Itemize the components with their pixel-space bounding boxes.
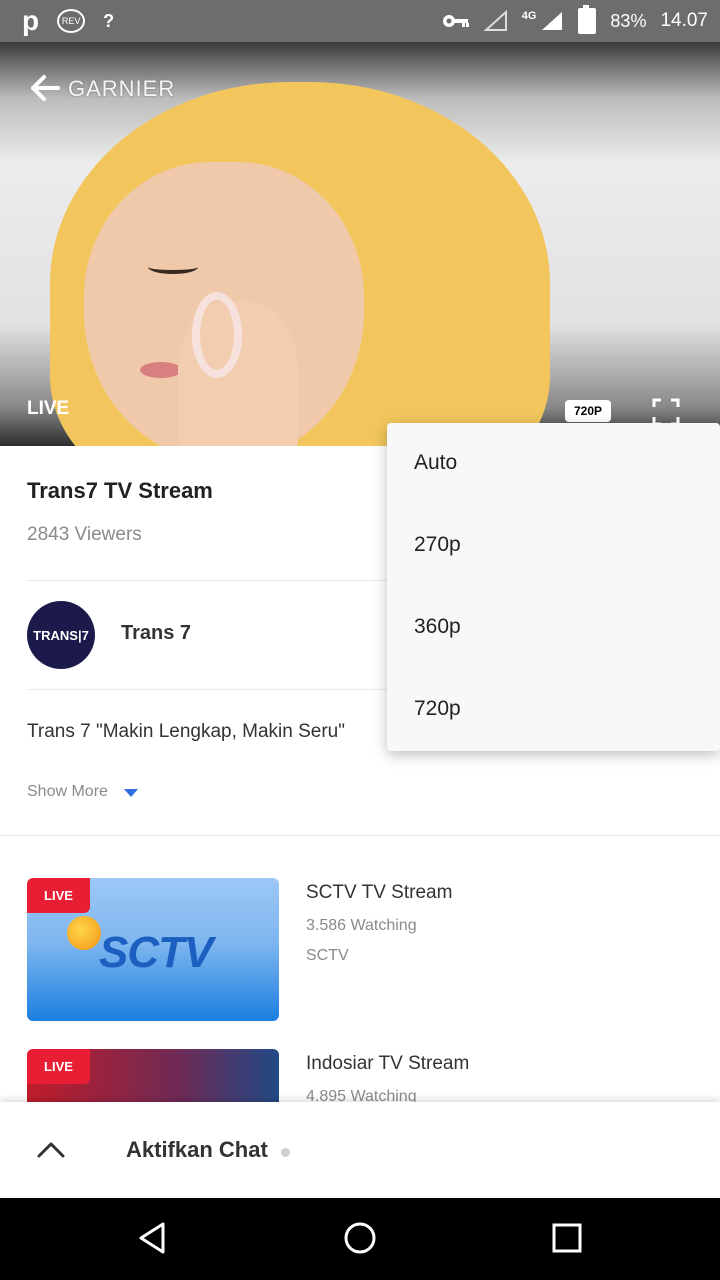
status-bar: p REV ? 4G 83% 14.07 <box>0 0 720 42</box>
stream-title: Trans7 TV Stream <box>27 478 213 503</box>
show-more-button[interactable]: Show More <box>27 783 138 801</box>
status-left: p REV ? <box>0 5 114 37</box>
network-type: 4G <box>521 10 537 22</box>
navigation-bar <box>0 1198 720 1280</box>
quality-option-360p[interactable]: 360p <box>414 615 461 639</box>
recents-nav-icon[interactable] <box>549 1220 585 1256</box>
p-icon: p <box>22 5 40 36</box>
related-title[interactable]: SCTV TV Stream <box>306 882 452 904</box>
home-nav-icon[interactable] <box>342 1220 378 1256</box>
sctv-sun-logo <box>67 916 101 950</box>
battery-percent: 83% <box>610 10 647 31</box>
related-title[interactable]: Indosiar TV Stream <box>306 1053 469 1075</box>
chevron-down-icon <box>123 789 138 797</box>
channel-avatar[interactable]: TRANS|7 <box>27 601 95 669</box>
channel-name[interactable]: Trans 7 <box>121 622 191 645</box>
chevron-up-icon[interactable] <box>36 1136 66 1162</box>
quality-option-720p[interactable]: 720p <box>414 697 461 721</box>
back-nav-icon[interactable] <box>135 1220 171 1256</box>
live-label: LIVE <box>27 398 70 419</box>
video-frame-lips <box>140 362 182 378</box>
live-badge: LIVE <box>27 878 90 913</box>
quality-button[interactable]: 720P <box>565 400 611 422</box>
channel-logo-text: TRANS|7 <box>33 627 89 643</box>
viewer-count: 2843 Viewers <box>27 524 142 545</box>
enable-chat-label[interactable]: Aktifkan Chat <box>126 1137 268 1163</box>
rev-icon: REV <box>57 9 86 33</box>
back-arrow-icon[interactable] <box>28 70 68 110</box>
related-channel: SCTV <box>306 947 349 964</box>
chat-status-dot <box>281 1148 290 1157</box>
status-right: 4G 83% 14.07 <box>442 0 708 42</box>
section-divider <box>0 835 720 836</box>
quality-menu: Auto 270p 360p 720p <box>387 423 720 751</box>
wifi-off-icon <box>483 10 507 31</box>
video-brand-watermark: GARNIER <box>68 76 176 101</box>
sctv-logo-text: SCTV <box>99 928 213 977</box>
key-icon <box>442 15 469 27</box>
video-player[interactable]: GARNIER LIVE 720P <box>0 42 720 446</box>
quality-option-270p[interactable]: 270p <box>414 533 461 557</box>
live-badge: LIVE <box>27 1049 90 1084</box>
signal-unknown-icon: ? <box>103 10 115 31</box>
video-frame-cream <box>192 292 242 378</box>
battery-icon <box>578 5 597 34</box>
show-more-label: Show More <box>27 783 108 800</box>
chat-bar[interactable]: Aktifkan Chat <box>0 1102 720 1198</box>
video-frame-eye <box>148 260 198 274</box>
fullscreen-icon[interactable] <box>652 398 680 426</box>
related-watching: 3.586 Watching <box>306 917 417 934</box>
quality-option-auto[interactable]: Auto <box>414 451 457 475</box>
related-thumbnail-sctv[interactable]: SCTV LIVE <box>27 878 279 1021</box>
cell-signal-icon <box>542 12 563 30</box>
clock: 14.07 <box>660 10 708 31</box>
stream-description: Trans 7 "Makin Lengkap, Makin Seru" <box>27 721 345 742</box>
